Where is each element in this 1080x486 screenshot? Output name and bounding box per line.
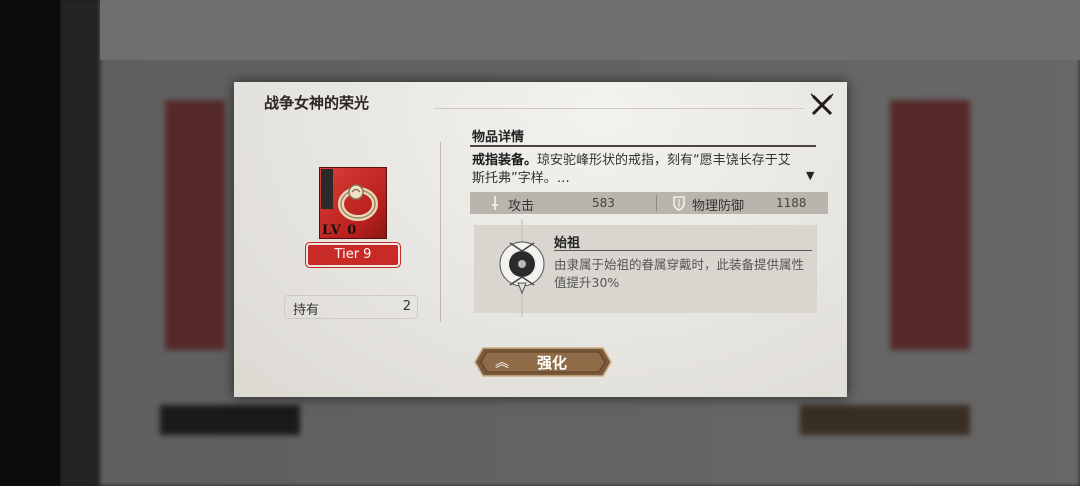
skill-description: 由隶属于始祖的眷属穿戴时，此装备提供属性值提升30% bbox=[554, 257, 805, 290]
equipment-slot-badge bbox=[321, 169, 333, 209]
shield-icon bbox=[673, 196, 685, 211]
stat-defense-value: 1188 bbox=[776, 196, 807, 210]
item-detail-dialog: 战争女神的荣光 LV 0 Tier 9 持有 2 物品详情 戒指装备。琼安驼峰形… bbox=[234, 82, 847, 397]
owned-label: 持有 bbox=[293, 303, 320, 318]
description-category: 戒指装备。 bbox=[472, 153, 538, 168]
skill-divider bbox=[554, 250, 812, 251]
stats-bar: 攻击 583 物理防御 1188 bbox=[470, 192, 828, 214]
sword-icon bbox=[492, 196, 498, 210]
skill-title: 始祖 bbox=[554, 236, 581, 251]
stat-defense-label: 物理防御 bbox=[692, 199, 745, 214]
dialog-title: 战争女神的荣光 bbox=[264, 94, 370, 112]
close-button[interactable] bbox=[807, 90, 837, 120]
column-divider bbox=[440, 142, 441, 322]
section-divider bbox=[470, 145, 816, 147]
expand-down-icon[interactable]: ▼ bbox=[806, 169, 814, 182]
stat-attack-label: 攻击 bbox=[508, 199, 535, 214]
ring-icon bbox=[338, 184, 378, 221]
tier-badge: Tier 9 bbox=[308, 245, 398, 265]
item-description: 戒指装备。琼安驼峰形状的戒指，刻有“愿丰饶长存于艾斯托弗”字样。… bbox=[472, 152, 792, 188]
enhance-label: 强化 bbox=[537, 354, 568, 372]
double-chevron-up-icon: ︽ bbox=[495, 355, 509, 371]
skill-panel: 始祖 由隶属于始祖的眷属穿戴时，此装备提供属性值提升30% bbox=[474, 219, 817, 317]
stat-divider bbox=[656, 195, 657, 211]
enhance-button[interactable]: ︽ 强化 bbox=[473, 344, 613, 380]
section-title: 物品详情 bbox=[472, 130, 525, 145]
close-icon bbox=[810, 93, 834, 116]
stat-attack-value: 583 bbox=[592, 196, 615, 210]
owned-value: 2 bbox=[402, 299, 411, 314]
item-level: LV 0 bbox=[322, 223, 358, 238]
owned-count-field: 持有 2 bbox=[284, 295, 418, 319]
title-divider bbox=[434, 108, 804, 109]
item-icon[interactable]: LV 0 bbox=[319, 167, 387, 239]
ancestor-emblem-icon bbox=[499, 219, 545, 317]
